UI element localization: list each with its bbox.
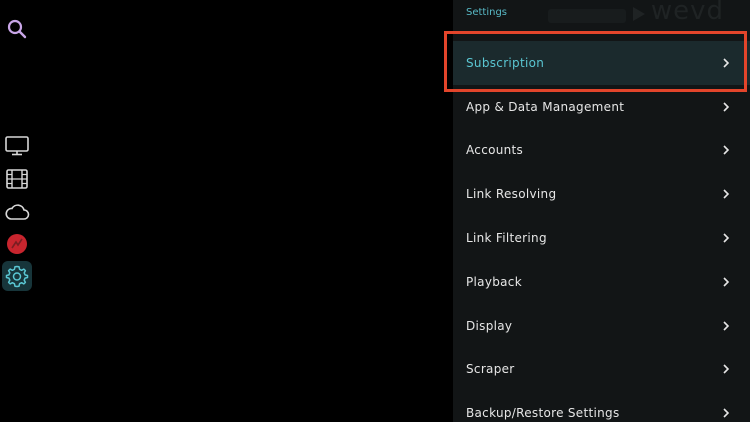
real-debrid-icon[interactable] — [2, 229, 32, 259]
film-icon[interactable] — [2, 164, 32, 194]
menu-item-scraper[interactable]: Scraper — [453, 348, 750, 392]
menu-item-display[interactable]: Display — [453, 304, 750, 348]
panel-title: Settings — [466, 7, 508, 18]
chevron-right-icon — [723, 58, 730, 68]
settings-panel: wevd Settings Subscription App & Data Ma… — [453, 0, 750, 422]
menu-item-label: Playback — [466, 274, 522, 289]
search-icon[interactable] — [6, 18, 28, 40]
chevron-right-icon — [723, 408, 730, 418]
tv-icon[interactable] — [2, 131, 32, 161]
menu-item-label: App & Data Management — [466, 99, 625, 114]
gear-icon[interactable] — [2, 261, 32, 291]
chevron-right-icon — [723, 321, 730, 331]
chevron-right-icon — [723, 233, 730, 243]
chevron-right-icon — [723, 277, 730, 287]
menu-item-link-filtering[interactable]: Link Filtering — [453, 216, 750, 260]
menu-item-label: Link Resolving — [466, 187, 557, 202]
menu-item-label: Link Filtering — [466, 231, 547, 246]
chevron-right-icon — [723, 189, 730, 199]
chevron-right-icon — [723, 364, 730, 375]
menu-item-subscription[interactable]: Subscription — [453, 41, 750, 85]
menu-item-label: Backup/Restore Settings — [466, 406, 620, 421]
menu-item-link-resolving[interactable]: Link Resolving — [453, 172, 750, 216]
menu-item-accounts[interactable]: Accounts — [453, 129, 750, 173]
menu-item-label: Display — [466, 318, 513, 333]
menu-item-label: Subscription — [466, 55, 545, 70]
settings-menu: Subscription App & Data Management Accou… — [453, 41, 750, 422]
menu-item-backup-restore[interactable]: Backup/Restore Settings — [453, 391, 750, 422]
menu-item-app-data-management[interactable]: App & Data Management — [453, 85, 750, 129]
chevron-right-icon — [723, 145, 730, 156]
app-screen: wevd Settings Subscription App & Data Ma… — [0, 0, 750, 422]
chevron-right-icon — [723, 102, 730, 112]
watermark-play-icon — [633, 7, 645, 21]
header-blur — [548, 9, 626, 23]
menu-item-playback[interactable]: Playback — [453, 260, 750, 304]
watermark: wevd — [650, 0, 724, 26]
menu-item-label: Accounts — [466, 143, 524, 158]
cloud-icon[interactable] — [2, 197, 32, 227]
menu-item-label: Scraper — [466, 362, 515, 377]
